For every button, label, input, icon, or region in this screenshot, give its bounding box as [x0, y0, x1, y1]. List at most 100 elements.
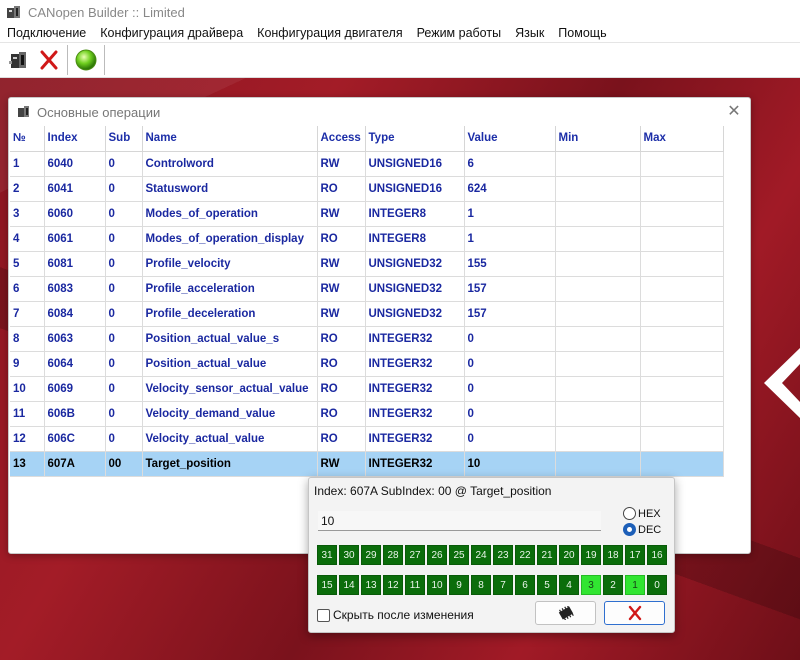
operations-window-title: Основные операции [37, 104, 161, 120]
cell-min [555, 201, 641, 227]
bit-toggle-26[interactable]: 26 [427, 545, 447, 565]
col-header-index[interactable]: Index [44, 126, 106, 152]
bit-toggle-1[interactable]: 1 [625, 575, 645, 595]
bit-toggle-22[interactable]: 22 [515, 545, 535, 565]
col-header-min[interactable]: Min [555, 126, 641, 152]
bit-toggle-16[interactable]: 16 [647, 545, 667, 565]
bit-toggle-7[interactable]: 7 [493, 575, 513, 595]
close-red-icon [40, 50, 58, 70]
connect-button[interactable] [4, 45, 34, 75]
hide-after-change-label: Скрыть после изменения [333, 608, 474, 622]
col-header-max[interactable]: Max [640, 126, 724, 152]
cell-min [555, 426, 641, 452]
bit-toggle-24[interactable]: 24 [471, 545, 491, 565]
table-row[interactable]: 9 6064 0 Position_actual_value RO INTEGER32 0 [10, 351, 724, 377]
bit-toggle-0[interactable]: 0 [647, 575, 667, 595]
bit-toggle-8[interactable]: 8 [471, 575, 491, 595]
bit-toggle-5[interactable]: 5 [537, 575, 557, 595]
hex-radio[interactable]: HEX [623, 507, 661, 520]
close-window-button[interactable]: ✕ [724, 102, 744, 122]
bit-toggle-19[interactable]: 19 [581, 545, 601, 565]
table-row[interactable]: 5 6081 0 Profile_velocity RW UNSIGNED32 155 [10, 251, 724, 277]
bit-toggle-14[interactable]: 14 [339, 575, 359, 595]
cell-max [640, 376, 724, 402]
bit-toggle-29[interactable]: 29 [361, 545, 381, 565]
bit-toggle-2[interactable]: 2 [603, 575, 623, 595]
cell-index: 6083 [44, 276, 106, 302]
cell-index: 607A [44, 451, 106, 477]
menu-connection[interactable]: Подключение [0, 26, 93, 40]
cell-value[interactable]: 0 [464, 326, 556, 352]
bit-toggle-4[interactable]: 4 [559, 575, 579, 595]
menu-help[interactable]: Помощь [551, 26, 613, 40]
cell-value[interactable]: 157 [464, 301, 556, 327]
menu-motor-config[interactable]: Конфигурация двигателя [250, 26, 409, 40]
cell-value[interactable]: 1 [464, 226, 556, 252]
table-row[interactable]: 1 6040 0 Controlword RW UNSIGNED16 6 [10, 151, 724, 177]
apply-button[interactable] [535, 601, 596, 625]
col-header-value[interactable]: Value [464, 126, 556, 152]
bit-toggle-13[interactable]: 13 [361, 575, 381, 595]
cell-value[interactable]: 0 [464, 426, 556, 452]
table-row[interactable]: 8 6063 0 Position_actual_value_s RO INTEGER32… [10, 326, 724, 352]
cell-max [640, 226, 724, 252]
cell-sub: 0 [105, 151, 143, 177]
table-row[interactable]: 4 6061 0 Modes_of_operation_display RO INTEGE… [10, 226, 724, 252]
col-header-type[interactable]: Type [365, 126, 465, 152]
disconnect-button[interactable] [34, 45, 64, 75]
table-row[interactable]: 10 6069 0 Velocity_sensor_actual_value RO INT… [10, 376, 724, 402]
table-row[interactable]: 2 6041 0 Statusword RO UNSIGNED16 624 [10, 176, 724, 202]
cell-type: INTEGER32 [365, 451, 465, 477]
bit-toggle-15[interactable]: 15 [317, 575, 337, 595]
table-row[interactable]: 6 6083 0 Profile_acceleration RW UNSIGNED32 15… [10, 276, 724, 302]
col-header-sub[interactable]: Sub [105, 126, 143, 152]
cell-value[interactable]: 0 [464, 351, 556, 377]
hide-after-change-checkbox[interactable]: Скрыть после изменения [317, 608, 474, 622]
value-input[interactable] [318, 511, 601, 531]
cell-value[interactable]: 624 [464, 176, 556, 202]
bit-toggle-9[interactable]: 9 [449, 575, 469, 595]
bit-toggle-28[interactable]: 28 [383, 545, 403, 565]
bit-toggle-3[interactable]: 3 [581, 575, 601, 595]
col-header-access[interactable]: Access [317, 126, 366, 152]
bit-toggle-27[interactable]: 27 [405, 545, 425, 565]
bit-toggle-31[interactable]: 31 [317, 545, 337, 565]
bit-toggle-30[interactable]: 30 [339, 545, 359, 565]
table-row[interactable]: 12 606C 0 Velocity_actual_value RO INTEGER32 0 [10, 426, 724, 452]
menu-language[interactable]: Язык [508, 26, 551, 40]
status-button[interactable] [71, 45, 101, 75]
cell-value[interactable]: 155 [464, 251, 556, 277]
cell-value[interactable]: 10 [464, 451, 556, 477]
table-row[interactable]: 13 607A 00 Target_position RW INTEGER32 10 [10, 451, 724, 477]
bit-toggle-10[interactable]: 10 [427, 575, 447, 595]
bit-toggle-11[interactable]: 11 [405, 575, 425, 595]
bit-toggle-21[interactable]: 21 [537, 545, 557, 565]
bit-toggle-12[interactable]: 12 [383, 575, 403, 595]
col-header-number[interactable]: № [10, 126, 45, 152]
dec-radio[interactable]: DEC [623, 523, 661, 536]
table-row[interactable]: 3 6060 0 Modes_of_operation RW INTEGER8 1 [10, 201, 724, 227]
menu-driver-config[interactable]: Конфигурация драйвера [93, 26, 250, 40]
cell-value[interactable]: 157 [464, 276, 556, 302]
table-row[interactable]: 7 6084 0 Profile_deceleration RW UNSIGNED32 15… [10, 301, 724, 327]
cell-value[interactable]: 0 [464, 401, 556, 427]
bit-toggle-25[interactable]: 25 [449, 545, 469, 565]
bit-toggle-23[interactable]: 23 [493, 545, 513, 565]
bit-toggle-17[interactable]: 17 [625, 545, 645, 565]
cell-value[interactable]: 0 [464, 376, 556, 402]
bit-toggle-6[interactable]: 6 [515, 575, 535, 595]
cell-value[interactable]: 6 [464, 151, 556, 177]
hex-radio-label: HEX [638, 507, 661, 520]
cell-number: 6 [10, 276, 45, 302]
bit-toggle-20[interactable]: 20 [559, 545, 579, 565]
cancel-button[interactable] [604, 601, 665, 625]
cell-number: 2 [10, 176, 45, 202]
table-row[interactable]: 11 606B 0 Velocity_demand_value RO INTEGER32 0 [10, 401, 724, 427]
bit-toggle-18[interactable]: 18 [603, 545, 623, 565]
parameter-table: № Index Sub Name Access Type Value Min M… [10, 126, 724, 477]
cell-min [555, 251, 641, 277]
toolbar-separator [104, 45, 105, 75]
menu-operation-mode[interactable]: Режим работы [410, 26, 508, 40]
col-header-name[interactable]: Name [142, 126, 318, 152]
cell-value[interactable]: 1 [464, 201, 556, 227]
